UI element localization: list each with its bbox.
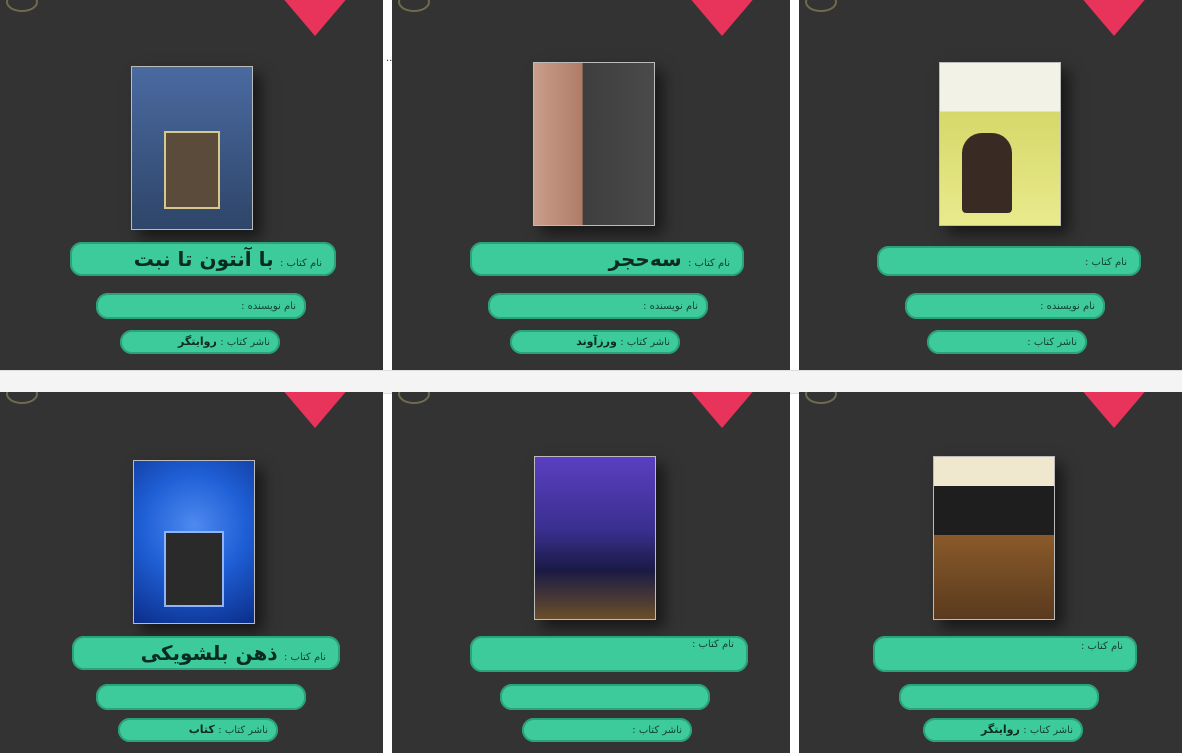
book-publisher-plate: ناشر کتاب : — [927, 330, 1087, 354]
book-card[interactable]: نام کتاب : سه‌حجر نام نویسنده : ناشر کتا… — [392, 0, 790, 370]
publisher-label: ناشر کتاب : — [1023, 725, 1073, 736]
publisher-value: روایتگر — [177, 335, 217, 348]
book-title-plate: نام کتاب : — [470, 636, 748, 672]
book-card[interactable]: نام کتاب : نام نویسنده : ناشر کتاب : — [799, 0, 1182, 370]
bookmark-ribbon-icon[interactable] — [1080, 392, 1148, 428]
caption-text — [4, 376, 382, 388]
book-cover[interactable] — [133, 460, 255, 624]
bookmark-ribbon-icon[interactable] — [688, 392, 756, 428]
book-author-plate — [96, 684, 306, 710]
book-title-plate: نام کتاب : — [873, 636, 1137, 672]
title-label: نام کتاب : — [688, 258, 730, 269]
book-author-plate — [899, 684, 1099, 710]
title-label: نام کتاب : — [284, 652, 326, 663]
book-cover[interactable] — [131, 66, 253, 230]
title-label: نام کتاب : — [692, 639, 734, 650]
book-title-plate: نام کتاب : — [877, 246, 1141, 276]
publisher-label: ناشر کتاب : — [220, 337, 270, 348]
author-label: نام نویسنده : — [241, 301, 296, 312]
book-cover[interactable] — [939, 62, 1061, 226]
bookmark-ribbon-icon[interactable] — [281, 392, 349, 428]
bookmark-ribbon-icon[interactable] — [281, 0, 349, 36]
book-author-plate — [500, 684, 710, 710]
publisher-value: کتاب — [188, 723, 215, 736]
title-label: نام کتاب : — [280, 258, 322, 269]
publisher-value: روایتگر — [980, 723, 1020, 736]
book-cover[interactable] — [534, 456, 656, 620]
corner-ornament-icon — [398, 392, 430, 404]
book-cover[interactable] — [933, 456, 1055, 620]
publisher-label: ناشر کتاب : — [1027, 337, 1077, 348]
author-label: نام نویسنده : — [1040, 301, 1095, 312]
book-publisher-plate: ناشر کتاب : کتاب — [118, 718, 278, 742]
publisher-label: ناشر کتاب : — [620, 337, 670, 348]
corner-ornament-icon — [6, 0, 38, 12]
cover-portrait — [164, 131, 220, 209]
book-cover[interactable] — [533, 62, 655, 226]
bookmark-ribbon-icon[interactable] — [688, 0, 756, 36]
publisher-value: ورزآوند — [576, 335, 617, 348]
caption-text — [804, 376, 1178, 388]
book-card[interactable]: نام کتاب : ناشر کتاب : — [392, 392, 790, 753]
cover-figure — [164, 531, 224, 607]
book-author-plate: نام نویسنده : — [905, 293, 1105, 319]
bookmark-ribbon-icon[interactable] — [1080, 0, 1148, 36]
book-grid: نام کتاب : با آنتون تا نبت نام نویسنده :… — [0, 0, 1182, 753]
title-value: ذهن بلشویکی — [140, 641, 278, 665]
separator-mark: ·· — [386, 56, 393, 67]
publisher-label: ناشر کتاب : — [218, 725, 268, 736]
corner-ornament-icon — [398, 0, 430, 12]
author-label: نام نویسنده : — [643, 301, 698, 312]
corner-ornament-icon — [805, 392, 837, 404]
book-publisher-plate: ناشر کتاب : روایتگر — [923, 718, 1083, 742]
book-publisher-plate: ناشر کتاب : ورزآوند — [510, 330, 680, 354]
book-title-plate: نام کتاب : با آنتون تا نبت — [70, 242, 336, 276]
book-title-plate: نام کتاب : ذهن بلشویکی — [72, 636, 340, 670]
caption-text — [396, 376, 788, 388]
book-card[interactable]: نام کتاب : با آنتون تا نبت نام نویسنده :… — [0, 0, 383, 370]
title-label: نام کتاب : — [1085, 257, 1127, 268]
book-publisher-plate: ناشر کتاب : روایتگر — [120, 330, 280, 354]
caption-strip — [0, 370, 1182, 394]
book-card[interactable]: نام کتاب : ذهن بلشویکی ناشر کتاب : کتاب — [0, 392, 383, 753]
book-author-plate: نام نویسنده : — [96, 293, 306, 319]
publisher-label: ناشر کتاب : — [632, 725, 682, 736]
title-value: با آنتون تا نبت — [133, 247, 274, 271]
book-publisher-plate: ناشر کتاب : — [522, 718, 692, 742]
corner-ornament-icon — [805, 0, 837, 12]
title-value: سه‌حجر — [608, 247, 682, 271]
corner-ornament-icon — [6, 392, 38, 404]
book-title-plate: نام کتاب : سه‌حجر — [470, 242, 744, 276]
cover-portrait — [962, 133, 1012, 213]
book-card[interactable]: نام کتاب : ناشر کتاب : روایتگر — [799, 392, 1182, 753]
book-author-plate: نام نویسنده : — [488, 293, 708, 319]
title-label: نام کتاب : — [1081, 641, 1123, 652]
